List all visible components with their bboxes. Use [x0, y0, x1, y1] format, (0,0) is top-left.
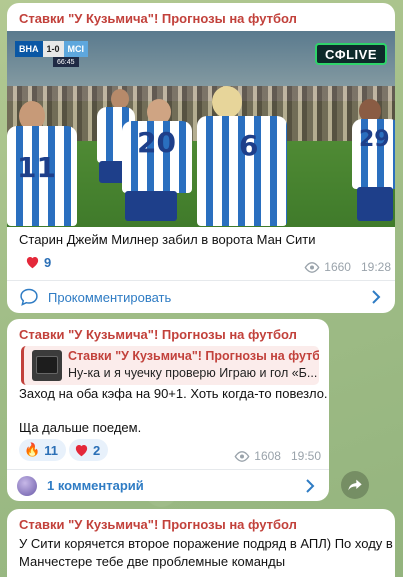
player-shorts: [125, 191, 177, 221]
reply-thumbnail: [32, 350, 62, 381]
message-meta: 1608 19:50: [234, 449, 321, 463]
reply-text: Ну-ка и я чуечку проверю Играю и гол «Б.…: [68, 366, 318, 380]
broadcaster-logo: CΦLIVE: [315, 43, 387, 65]
message-photo[interactable]: 11 20 6 29 BHA 1-0 MCI 66:45 CΦLIVE: [7, 31, 395, 227]
message-1[interactable]: Ставки "У Кузьмича"! Прогнозы на футбол …: [7, 3, 395, 313]
score-value: 1-0: [42, 41, 64, 57]
heart-icon: [75, 445, 88, 457]
message-text-line2: Ща дальше поедем.: [19, 420, 142, 435]
message-meta: 1660 19:28: [304, 260, 391, 274]
message-text-line1: У Сити корячется второе поражение подряд…: [19, 536, 393, 551]
reaction-count: 2: [93, 442, 101, 458]
reaction-fire[interactable]: 🔥 11: [19, 439, 66, 461]
message-author[interactable]: Ставки "У Кузьмича"! Прогнозы на футбол: [19, 327, 297, 342]
score-away: MCI: [63, 41, 89, 57]
message-text-line2: Манчестере тебе две проблемные команды: [19, 554, 286, 569]
comment-label: Прокомментировать: [48, 289, 172, 305]
comment-button[interactable]: Прокомментировать: [19, 281, 395, 313]
comments-label: 1 комментарий: [47, 478, 144, 493]
reply-quote[interactable]: Ставки "У Кузьмича"! Прогнозы на футбол …: [21, 346, 319, 385]
reaction-heart[interactable]: 9: [19, 251, 59, 273]
message-time: 19:28: [360, 260, 391, 274]
player-head: [212, 86, 242, 118]
message-author[interactable]: Ставки "У Кузьмича"! Прогнозы на футбол: [19, 517, 297, 532]
score-home: BHA: [15, 41, 43, 57]
views-count: 1660: [324, 260, 351, 274]
player-head: [111, 89, 129, 109]
fire-icon: 🔥: [24, 442, 41, 457]
views-icon: [304, 261, 320, 273]
message-time: 19:50: [290, 449, 321, 463]
views-icon: [234, 450, 250, 462]
monitor-icon: [36, 356, 58, 374]
message-text: Старин Джейм Милнер забил в ворота Ман С…: [19, 232, 316, 247]
share-arrow-icon: [348, 479, 362, 491]
score-bug: BHA 1-0 MCI: [15, 41, 89, 57]
message-author[interactable]: Ставки "У Кузьмича"! Прогнозы на футбол: [19, 11, 297, 26]
reaction-heart[interactable]: 2: [69, 439, 109, 461]
chevron-right-icon: [306, 478, 315, 493]
reply-author: Ставки "У Кузьмича"! Прогнозы на футбол: [68, 349, 319, 363]
views-count: 1608: [254, 449, 281, 463]
match-time: 66:45: [53, 57, 79, 67]
message-3[interactable]: Ставки "У Кузьмича"! Прогнозы на футбол …: [7, 509, 395, 577]
share-button[interactable]: [341, 471, 369, 499]
comments-button[interactable]: 1 комментарий: [17, 470, 329, 501]
shirt-number: 20: [137, 126, 176, 159]
shirt-number: 6: [239, 129, 259, 162]
avatar: [17, 475, 37, 496]
comment-icon: [20, 288, 38, 306]
shirt-number: 11: [17, 151, 56, 184]
shirt-number: 29: [359, 127, 390, 152]
reaction-count: 11: [44, 442, 58, 458]
message-2[interactable]: Ставки "У Кузьмича"! Прогнозы на футбол …: [7, 319, 329, 501]
player-shorts: [357, 187, 393, 221]
message-text-line1: Заход на оба кэфа на 90+1. Хоть когда-то…: [19, 386, 328, 401]
heart-icon: [26, 257, 39, 269]
chevron-right-icon: [372, 290, 381, 304]
reaction-count: 9: [44, 254, 52, 270]
